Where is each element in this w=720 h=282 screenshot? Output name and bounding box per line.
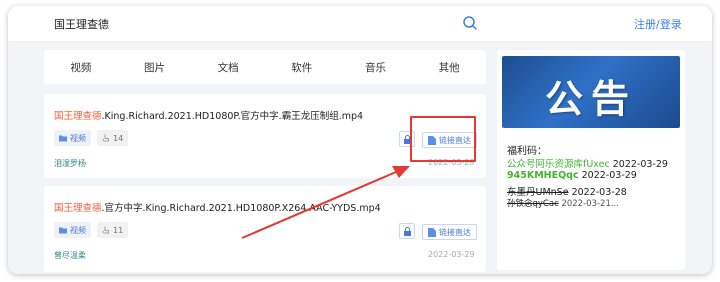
- notice-line: 945KMHEQqc 2022-03-29: [507, 170, 637, 181]
- annotation-highlight-box: [410, 116, 476, 162]
- browser-frame: 国王理查德 注册/登录 视频 图片 文档 软件 音乐 其他 国王理查德.King…: [8, 6, 712, 274]
- notice-banner: 公告: [502, 56, 680, 128]
- result-tags: 视频 14: [54, 130, 129, 146]
- result-title-rest: .官方中字.King.Richard.2021.HD1080P.X264.AAC…: [101, 203, 381, 214]
- search-icon[interactable]: [462, 15, 478, 31]
- tab-images[interactable]: 图片: [144, 60, 165, 75]
- promo-code: 945KMHEQqc: [507, 170, 579, 181]
- tab-music[interactable]: 音乐: [365, 60, 386, 75]
- views-count: 14: [113, 133, 124, 143]
- tab-documents[interactable]: 文档: [218, 60, 239, 75]
- result-card: 国王理查德.官方中字.King.Richard.2021.HD1080P.X26…: [44, 186, 486, 272]
- promo-date: 2022-03-29: [581, 170, 637, 181]
- notice-title: 福利码：: [507, 146, 547, 157]
- type-tag-label: 视频: [70, 133, 86, 143]
- direct-link-label: 链接直达: [439, 227, 471, 237]
- views-tag: 14: [97, 130, 129, 146]
- document-icon: [428, 227, 436, 237]
- result-tags: 视频 11: [54, 222, 129, 238]
- result-date: 2022-03-29: [428, 250, 475, 259]
- result-title-highlight: 国王理查德: [54, 203, 102, 214]
- type-tag-label: 视频: [70, 225, 86, 235]
- hand-pointer-icon: [102, 226, 109, 234]
- notice-line: 东墨丹UMnSe 2022-03-28: [507, 184, 627, 198]
- promo-date: 2022-03-21...: [561, 199, 619, 209]
- result-title[interactable]: 国王理查德.官方中字.King.Richard.2021.HD1080P.X26…: [54, 200, 381, 214]
- tab-video[interactable]: 视频: [70, 60, 91, 75]
- type-tag[interactable]: 视频: [54, 222, 91, 238]
- promo-code: 孙铁念qyCac: [507, 199, 559, 209]
- notice-line: 公众号阿乐资源库fUxec 2022-03-29: [507, 156, 668, 170]
- folder-icon: [59, 227, 67, 234]
- banner-text: 公告: [544, 77, 637, 121]
- result-title-rest: .King.Richard.2021.HD1080P.官方中字.霸王龙压制组.m…: [101, 111, 364, 122]
- result-title-highlight: 国王理查德: [54, 111, 102, 122]
- tab-software[interactable]: 软件: [291, 60, 312, 75]
- promo-date: 2022-03-29: [612, 159, 668, 170]
- notice-line: 孙铁念qyCac 2022-03-21...: [507, 197, 619, 209]
- hand-pointer-icon: [102, 134, 109, 142]
- tab-other[interactable]: 其他: [439, 60, 460, 75]
- notice-panel: 公告 福利码： 公众号阿乐资源库fUxec 2022-03-29 945KMHE…: [497, 50, 685, 270]
- uploader-name[interactable]: 泪湿罗杨: [54, 158, 86, 169]
- promo-code: 公众号阿乐资源库fUxec: [507, 159, 610, 170]
- type-tag[interactable]: 视频: [54, 130, 91, 146]
- site-name[interactable]: 国王理查德: [54, 16, 109, 32]
- result-title[interactable]: 国王理查德.King.Richard.2021.HD1080P.官方中字.霸王龙…: [54, 108, 363, 122]
- views-count: 11: [113, 225, 124, 235]
- uploader-name[interactable]: 曾尽温柔: [54, 250, 86, 261]
- top-bar: 国王理查德 注册/登录: [8, 6, 712, 42]
- views-tag: 11: [97, 222, 129, 238]
- login-link[interactable]: 注册/登录: [634, 16, 682, 32]
- direct-link-button[interactable]: 链接直达: [422, 224, 477, 240]
- lock-icon: [403, 226, 411, 236]
- category-tabs: 视频 图片 文档 软件 音乐 其他: [44, 50, 486, 84]
- folder-icon: [59, 135, 67, 142]
- lock-button[interactable]: [399, 223, 415, 239]
